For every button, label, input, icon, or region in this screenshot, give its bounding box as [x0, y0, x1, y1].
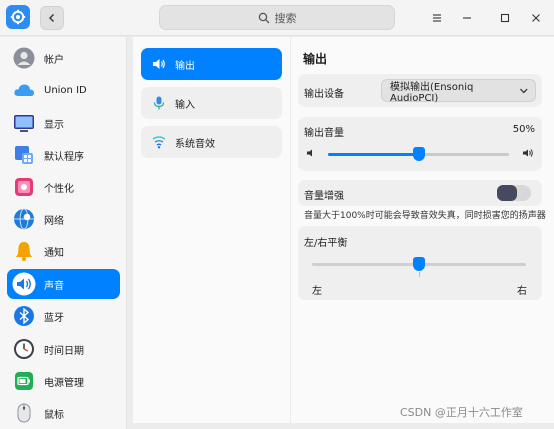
account-avatar-icon — [12, 46, 36, 70]
volume-slider-fill — [328, 153, 419, 156]
sidebar-item-power[interactable]: 电源管理 — [7, 366, 120, 396]
output-device-value: 模拟输出(Ensoniq AudioPCI) — [390, 81, 474, 104]
output-volume-label: 输出音量 — [304, 128, 344, 139]
cloud-icon — [12, 78, 36, 102]
chevron-left-icon — [49, 14, 54, 22]
balance-label: 左/右平衡 — [304, 238, 348, 249]
back-button[interactable] — [40, 6, 64, 30]
minimize-button[interactable] — [455, 6, 479, 30]
bluetooth-icon — [12, 304, 36, 328]
sidebar-item-sound[interactable]: 声音 — [7, 269, 120, 299]
system-sound-icon — [151, 134, 167, 150]
network-globe-icon — [12, 207, 36, 231]
close-button[interactable] — [524, 6, 548, 30]
default-apps-icon — [12, 143, 36, 167]
submenu-item-input[interactable]: 输入 — [141, 87, 282, 119]
watermark: CSDN @正月十六工作室 — [400, 406, 523, 419]
sidebar-item-bluetooth[interactable]: 蓝牙 — [7, 301, 120, 331]
submenu-item-system-sound[interactable]: 系统音效 — [141, 126, 282, 158]
sidebar-item-account[interactable]: 帐户 — [7, 43, 120, 73]
search-input[interactable]: 搜索 — [159, 5, 395, 30]
balance-left-label: 左 — [312, 286, 322, 297]
volume-low-icon — [307, 149, 312, 157]
maximize-icon — [500, 13, 510, 23]
sidebar-item-default-apps[interactable]: 默认程序 — [7, 140, 120, 170]
volume-slider-handle[interactable] — [412, 147, 425, 161]
sidebar-item-mouse[interactable]: 鼠标 — [7, 398, 120, 428]
sidebar-item-union-id[interactable]: Union ID — [7, 75, 120, 105]
hamburger-menu-icon — [433, 14, 441, 22]
title-bar: 搜索 — [0, 0, 554, 36]
volume-boost-hint: 音量大于100%时可能会导致音效失真，同时损害您的扬声器 — [304, 211, 546, 221]
sidebar-item-network[interactable]: 网络 — [7, 204, 120, 234]
maximize-button[interactable] — [493, 6, 517, 30]
page-title: 输出 — [303, 52, 328, 66]
output-volume-row: 输出音量 50% — [298, 117, 542, 171]
toggle-knob — [497, 185, 517, 201]
minimize-icon — [463, 17, 471, 19]
volume-high-icon — [523, 149, 533, 157]
sidebar-item-notifications[interactable]: 通知 — [7, 236, 120, 266]
volume-boost-toggle[interactable] — [497, 185, 531, 201]
search-placeholder: 搜索 — [274, 11, 297, 25]
chevron-down-icon — [520, 88, 529, 93]
speaker-icon — [12, 272, 36, 296]
volume-boost-label: 音量增强 — [304, 191, 344, 202]
balance-slider-handle[interactable] — [413, 257, 425, 271]
output-device-label: 输出设备 — [304, 89, 344, 100]
balance-center-tick — [419, 272, 420, 277]
menu-button[interactable] — [425, 6, 449, 30]
output-device-select[interactable]: 模拟输出(Ensoniq AudioPCI) — [381, 79, 536, 104]
balance-right-label: 右 — [517, 286, 527, 297]
sound-submenu: 输出 输入 系统音效 — [133, 37, 290, 423]
sidebar-item-display[interactable]: 显示 — [7, 108, 120, 138]
settings-sidebar: 帐户 Union ID 显示 默认程序 个性化 网络 通知 声音 蓝牙 时间日期… — [0, 37, 127, 429]
balance-row: 左/右平衡 左 右 — [298, 226, 542, 300]
close-icon — [532, 14, 540, 22]
search-icon — [258, 12, 269, 23]
settings-app-icon — [6, 5, 30, 29]
speaker-output-icon — [151, 56, 167, 72]
output-device-row: 输出设备 模拟输出(Ensoniq AudioPCI) — [298, 74, 542, 107]
volume-boost-row: 音量增强 — [298, 180, 542, 206]
submenu-item-output[interactable]: 输出 — [141, 48, 282, 80]
output-volume-value: 50% — [512, 124, 535, 135]
microphone-icon — [151, 95, 167, 111]
bell-icon — [12, 239, 36, 263]
display-icon — [12, 111, 36, 135]
battery-icon — [12, 369, 36, 393]
mouse-icon — [12, 401, 36, 425]
sidebar-item-date-time[interactable]: 时间日期 — [7, 334, 120, 364]
sidebar-item-personalization[interactable]: 个性化 — [7, 172, 120, 202]
output-settings-panel: 输出 输出设备 模拟输出(Ensoniq AudioPCI) 输出音量 50% … — [291, 37, 554, 423]
clock-icon — [12, 337, 36, 361]
personalization-icon — [12, 175, 36, 199]
